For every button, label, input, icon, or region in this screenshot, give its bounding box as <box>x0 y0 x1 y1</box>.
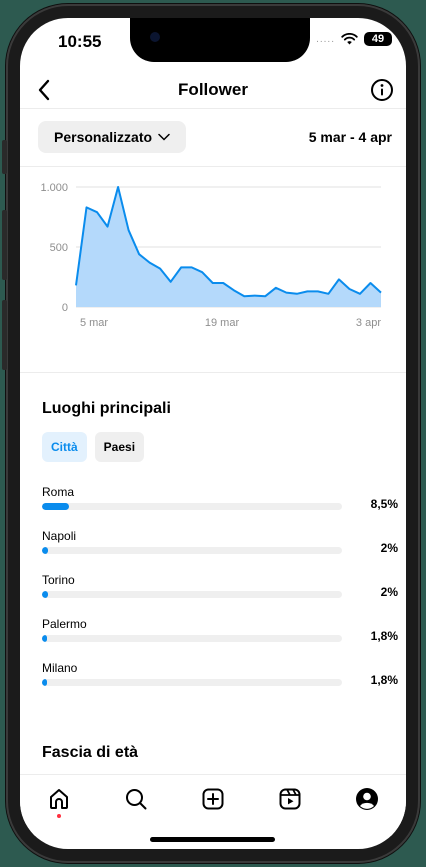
side-button <box>2 140 7 174</box>
location-percent: 2% <box>380 585 398 599</box>
location-bar-track <box>42 547 342 554</box>
wifi-icon <box>341 33 358 45</box>
location-name: Palermo <box>42 617 87 631</box>
location-row: Palermo 1,8% <box>42 617 398 661</box>
locations-title: Luoghi principali <box>42 400 171 417</box>
location-row: Torino 2% <box>42 573 398 617</box>
location-percent: 1,8% <box>370 629 398 643</box>
period-selector-label: Personalizzato <box>54 129 153 145</box>
chart-x-tick-label: 19 mar <box>205 317 240 329</box>
header: Follower <box>20 72 406 108</box>
location-bar-track <box>42 635 342 642</box>
age-range-title: Fascia di età <box>42 744 139 761</box>
status-time: 10:55 <box>58 32 102 51</box>
side-button <box>2 210 7 280</box>
location-name: Napoli <box>42 529 77 543</box>
bottom-nav <box>20 774 406 836</box>
location-name: Milano <box>42 661 78 675</box>
location-name: Roma <box>42 485 75 499</box>
chevron-down-icon <box>158 133 170 141</box>
locations-list: Roma 8,5% Napoli 2% Torino 2% Palermo 1,… <box>42 485 398 705</box>
period-row: Personalizzato 5 mar - 4 apr <box>38 121 392 153</box>
location-bar-fill <box>42 591 48 598</box>
back-button[interactable] <box>30 76 58 104</box>
chart-y-tick-label: 0 <box>62 302 68 314</box>
location-row: Napoli 2% <box>42 529 398 573</box>
location-bar-fill <box>42 547 48 554</box>
location-bar-track <box>42 503 342 510</box>
location-bar-track <box>42 591 342 598</box>
location-bar-fill <box>42 679 48 686</box>
signal-dots: ..... <box>316 33 335 45</box>
nav-create[interactable] <box>193 787 233 827</box>
notch <box>130 18 310 62</box>
location-bar-track <box>42 679 342 686</box>
location-bar-fill <box>42 635 48 642</box>
chart-y-tick-label: 1.000 <box>40 182 68 194</box>
location-tabs: Città Paesi <box>42 432 145 462</box>
info-button[interactable] <box>368 76 396 104</box>
period-selector[interactable]: Personalizzato <box>38 121 187 153</box>
header-divider <box>20 108 406 109</box>
screen: 10:55 ..... 49 Follower Personalizzato 5… <box>20 18 406 849</box>
chart-y-tick-label: 500 <box>50 242 68 254</box>
home-icon <box>49 789 68 809</box>
followers-chart: 1.000 500 0 5 mar 19 mar 3 apr <box>40 182 382 329</box>
tab-cities[interactable]: Città <box>42 432 87 462</box>
location-name: Torino <box>42 573 75 587</box>
back-arrow-icon <box>38 79 50 101</box>
location-row: Roma 8,5% <box>42 485 398 529</box>
side-button <box>2 300 7 370</box>
location-row: Milano 1,8% <box>42 661 398 705</box>
nav-search[interactable] <box>116 787 156 827</box>
page-title: Follower <box>178 80 248 99</box>
nav-profile[interactable] <box>347 787 387 827</box>
info-icon <box>371 79 393 101</box>
location-bar-fill <box>42 503 69 510</box>
search-icon <box>125 789 147 810</box>
reels-icon <box>279 788 301 810</box>
nav-home[interactable] <box>39 787 79 827</box>
notification-dot <box>56 814 61 818</box>
date-range: 5 mar - 4 apr <box>308 129 392 145</box>
nav-reels[interactable] <box>270 787 310 827</box>
battery-indicator: 49 <box>364 32 392 46</box>
location-percent: 1,8% <box>370 673 398 687</box>
camera-icon <box>150 32 160 42</box>
tab-countries[interactable]: Paesi <box>94 432 145 462</box>
chart-x-tick-label: 5 mar <box>80 317 108 329</box>
create-icon <box>202 788 224 810</box>
period-divider <box>20 166 406 167</box>
location-percent: 8,5% <box>370 497 398 511</box>
location-percent: 2% <box>380 541 398 555</box>
status-indicators: ..... 49 <box>316 32 392 46</box>
profile-icon <box>356 788 379 810</box>
home-indicator <box>150 837 275 842</box>
chart-divider <box>20 372 406 373</box>
chart-x-tick-label: 3 apr <box>356 317 381 329</box>
